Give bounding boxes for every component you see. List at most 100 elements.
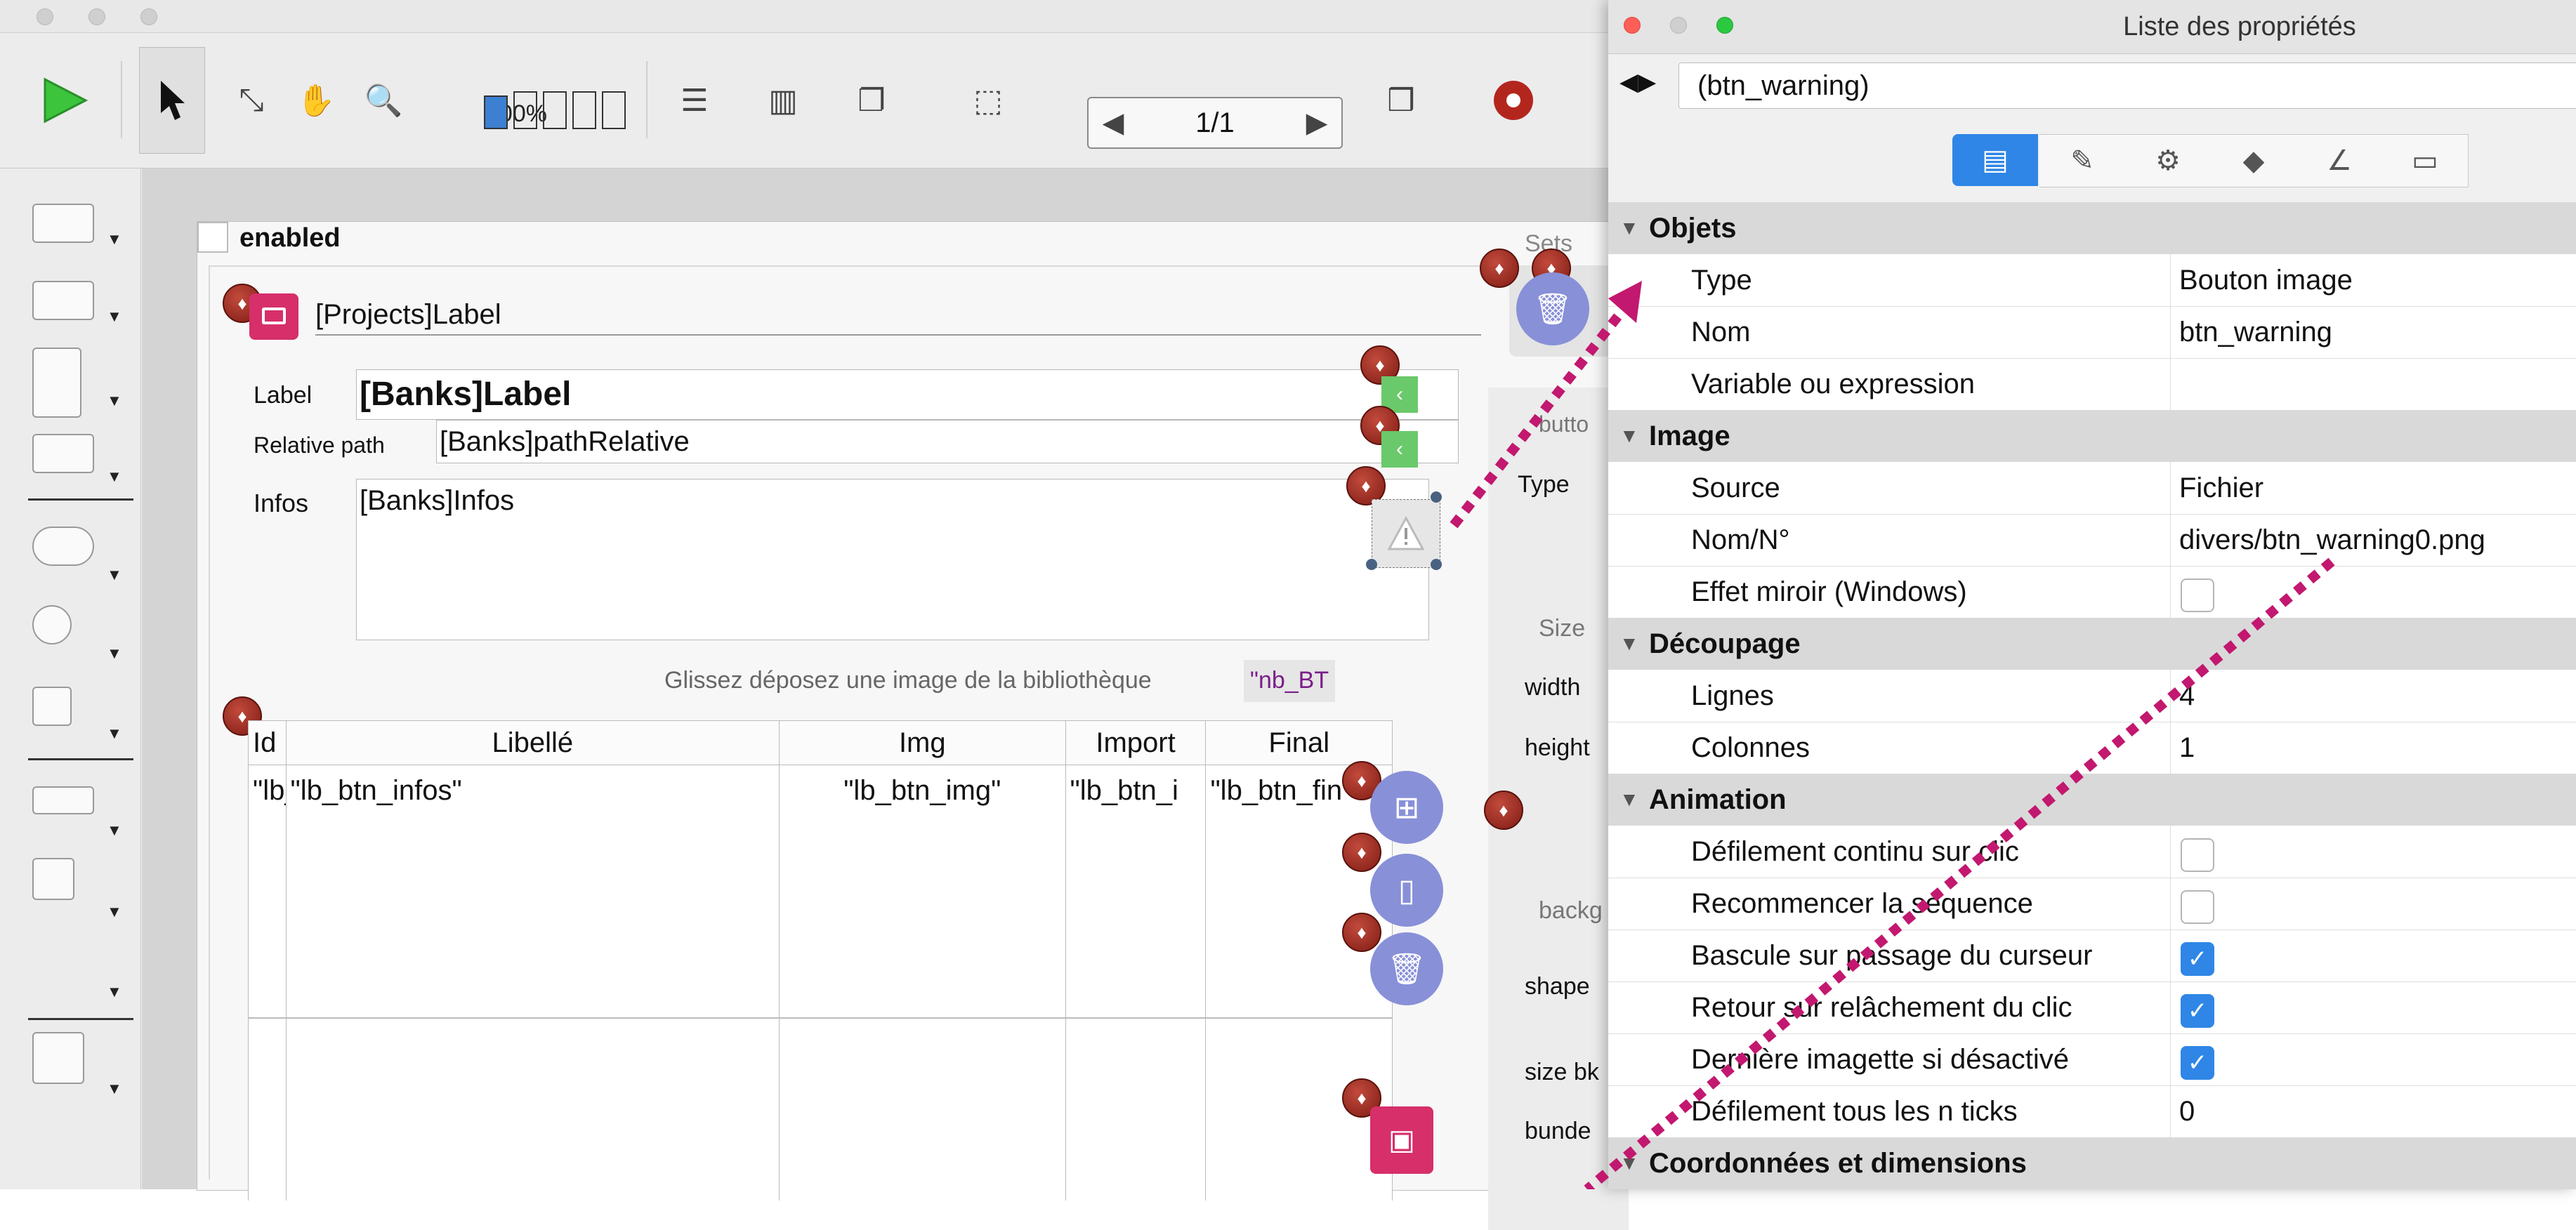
palette-radio-tool[interactable] bbox=[32, 605, 72, 644]
hand-tool-button[interactable]: ✋ bbox=[288, 33, 344, 168]
tab-display[interactable]: ▭ bbox=[2382, 134, 2469, 187]
zoom-tool-button[interactable]: 🔍 bbox=[355, 33, 412, 168]
tab-list-view[interactable]: ▤ bbox=[1952, 134, 2038, 186]
palette-combo-tool[interactable] bbox=[32, 434, 94, 473]
entry-order-icon: ⤡ bbox=[239, 83, 264, 117]
selection-handle[interactable] bbox=[1431, 491, 1442, 503]
property-value[interactable]: 1 bbox=[2170, 722, 2576, 774]
duplicate-record-button[interactable]: ▯ bbox=[1370, 854, 1443, 927]
tab-notes[interactable]: ✎ bbox=[2039, 134, 2126, 187]
bascule-checkbox[interactable]: ✓ bbox=[2181, 942, 2214, 976]
property-value[interactable]: btn_warning bbox=[2170, 306, 2576, 358]
property-row-defilement-n[interactable]: Défilement tous les n ticks 0 bbox=[1608, 1085, 2576, 1138]
property-value[interactable]: Bouton image bbox=[2170, 254, 2576, 306]
pages-button[interactable]: ❒ bbox=[1369, 33, 1433, 168]
defilement-continu-checkbox[interactable] bbox=[2181, 838, 2214, 872]
palette-checkbox-tool[interactable] bbox=[32, 687, 72, 726]
group-icon: ⬚ bbox=[973, 83, 1003, 118]
property-row-defilement-continu[interactable]: Défilement continu sur clic bbox=[1608, 826, 2576, 878]
palette-progress-tool[interactable] bbox=[32, 786, 94, 814]
property-row-lignes[interactable]: Lignes 4 bbox=[1608, 670, 2576, 722]
property-row-retour[interactable]: Retour sur relâchement du clic ✓ bbox=[1608, 981, 2576, 1034]
table-cell-final: "lb_btn_fin bbox=[1205, 765, 1393, 1018]
add-record-button[interactable]: ⊞ bbox=[1370, 771, 1443, 844]
object-name-field[interactable]: (btn_warning) bbox=[1678, 62, 2576, 109]
btn-warning-image-button[interactable] bbox=[1372, 499, 1440, 568]
property-value[interactable]: Fichier bbox=[2170, 462, 2576, 514]
property-row-bascule[interactable]: Bascule sur passage du curseur ✓ bbox=[1608, 930, 2576, 982]
property-row-source[interactable]: Source Fichier bbox=[1608, 462, 2576, 515]
run-form-button[interactable] bbox=[37, 33, 93, 168]
property-row-colonnes[interactable]: Colonnes 1 bbox=[1608, 722, 2576, 774]
zoom-presets[interactable] bbox=[482, 54, 629, 159]
level-tool-button[interactable]: ❐ bbox=[840, 33, 903, 168]
align-tool-button[interactable]: ☰ bbox=[663, 33, 726, 168]
recommencer-checkbox[interactable] bbox=[2181, 890, 2214, 924]
property-row-recommencer[interactable]: Recommencer la séquence bbox=[1608, 878, 2576, 930]
table-cell-import: "lb_btn_i bbox=[1065, 765, 1207, 1018]
enabled-checkbox[interactable] bbox=[197, 222, 228, 253]
nb-bt-variable[interactable]: "nb_BT bbox=[1244, 660, 1335, 702]
select-tool-button[interactable] bbox=[139, 47, 205, 154]
section-objets[interactable]: ▼ Objets bbox=[1608, 202, 2576, 254]
buttons-listbox[interactable]: Id Libellé Img Import Final "lb_ "lb_btn… bbox=[248, 720, 1393, 1201]
tab-graph[interactable]: ∠ bbox=[2296, 134, 2383, 187]
form-events-button[interactable] bbox=[1475, 33, 1552, 168]
delete-record-button[interactable]: 🗑 bbox=[1370, 932, 1443, 1005]
close-window-button[interactable] bbox=[37, 8, 53, 25]
palette-rectangle-tool[interactable] bbox=[32, 858, 74, 900]
next-page-button[interactable]: ▶ bbox=[1292, 98, 1341, 147]
property-value[interactable] bbox=[2170, 358, 2576, 410]
selection-handle[interactable] bbox=[1366, 559, 1377, 570]
background-label: backg bbox=[1539, 897, 1603, 924]
property-row-nom-num[interactable]: Nom/N° divers/btn_warning0.png bbox=[1608, 514, 2576, 567]
image-library-button[interactable]: ▣ bbox=[1370, 1106, 1433, 1174]
property-row-nom[interactable]: Nom btn_warning bbox=[1608, 306, 2576, 359]
derniere-checkbox[interactable]: ✓ bbox=[2181, 1046, 2214, 1080]
section-coordonnees[interactable]: ▼ Coordonnées et dimensions bbox=[1608, 1137, 2576, 1189]
relative-path-input[interactable]: [Banks]pathRelative bbox=[436, 420, 1459, 463]
column-header-libelle[interactable]: Libellé bbox=[285, 720, 780, 765]
zoom-window-button[interactable] bbox=[140, 8, 157, 25]
property-row-variable[interactable]: Variable ou expression bbox=[1608, 358, 2576, 411]
column-header-import[interactable]: Import bbox=[1065, 720, 1207, 765]
retour-checkbox[interactable]: ✓ bbox=[2181, 994, 2214, 1028]
projects-picture-button[interactable] bbox=[249, 293, 298, 340]
previous-page-button[interactable]: ◀ bbox=[1089, 98, 1138, 147]
minimize-window-button[interactable] bbox=[88, 8, 105, 25]
group-tool-button[interactable]: ⬚ bbox=[957, 33, 1020, 168]
palette-splitter-tool[interactable] bbox=[32, 935, 74, 984]
table-row[interactable]: "lb_ "lb_btn_infos" "lb_btn_img" "lb_btn… bbox=[248, 765, 1393, 1018]
section-decoupage[interactable]: ▼ Découpage bbox=[1608, 618, 2576, 670]
column-header-final[interactable]: Final bbox=[1205, 720, 1393, 765]
tab-objects[interactable]: ◆ bbox=[2211, 134, 2297, 187]
property-row-type[interactable]: Type Bouton image bbox=[1608, 254, 2576, 307]
infos-textarea[interactable]: [Banks]Infos bbox=[356, 479, 1429, 640]
sets-delete-button[interactable]: 🗑 bbox=[1516, 272, 1589, 345]
palette-input-tool[interactable] bbox=[32, 281, 94, 320]
property-value[interactable]: 4 bbox=[2170, 670, 2576, 722]
previous-next-object-arrows[interactable]: ◀▶ bbox=[1619, 68, 1656, 96]
palette-list-tool[interactable] bbox=[32, 348, 81, 418]
miroir-checkbox[interactable] bbox=[2181, 578, 2214, 612]
label-input[interactable]: [Banks]Label bbox=[356, 369, 1459, 420]
column-header-id[interactable]: Id bbox=[248, 720, 287, 765]
property-value[interactable]: divers/btn_warning0.png bbox=[2170, 514, 2576, 566]
palette-text-tool[interactable] bbox=[32, 204, 94, 243]
section-animation[interactable]: ▼ Animation bbox=[1608, 774, 2576, 826]
section-image[interactable]: ▼ Image bbox=[1608, 410, 2576, 462]
entry-order-tool-button[interactable]: ⤡ bbox=[223, 33, 280, 168]
projects-label-field[interactable]: [Projects]Label bbox=[315, 299, 501, 331]
column-header-img[interactable]: Img bbox=[779, 720, 1066, 765]
table-row[interactable] bbox=[248, 1017, 1393, 1201]
property-row-miroir[interactable]: Effet miroir (Windows) bbox=[1608, 566, 2576, 619]
disclosure-triangle-icon: ▼ bbox=[1619, 217, 1639, 239]
selection-handle[interactable] bbox=[1431, 559, 1442, 570]
object-method-badge: ♦ bbox=[1342, 913, 1381, 952]
palette-button-tool[interactable] bbox=[32, 527, 94, 566]
property-value[interactable]: 0 bbox=[2170, 1085, 2576, 1137]
property-row-derniere[interactable]: Dernière imagette si désactivé ✓ bbox=[1608, 1033, 2576, 1086]
palette-plugin-tool[interactable] bbox=[32, 1032, 84, 1084]
tab-settings[interactable]: ⚙ bbox=[2125, 134, 2212, 187]
distribute-tool-button[interactable]: ▥ bbox=[751, 33, 815, 168]
